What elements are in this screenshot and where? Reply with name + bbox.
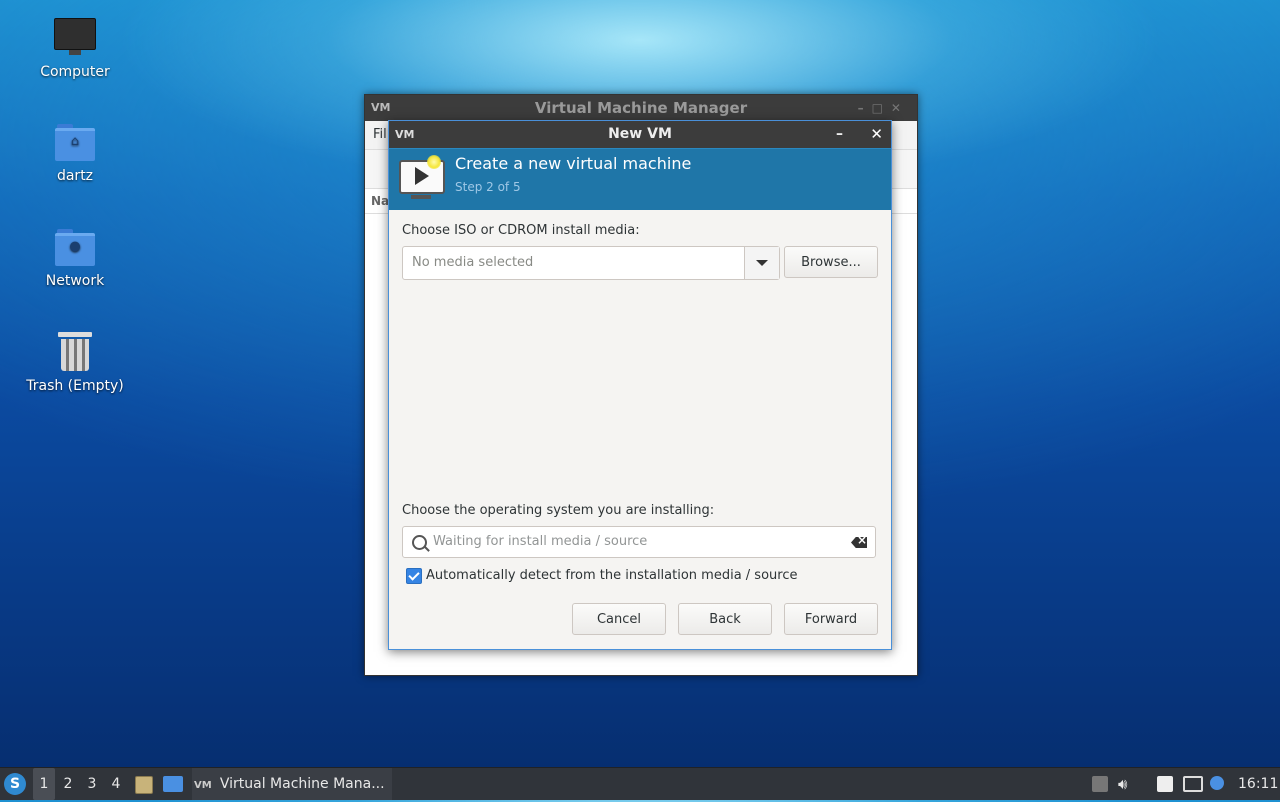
task-label: Virtual Machine Mana... (219, 776, 385, 792)
file-manager-icon[interactable] (135, 776, 153, 794)
close-button[interactable]: ✕ (870, 121, 883, 148)
chevron-down-icon[interactable] (744, 247, 779, 279)
vm-logo-icon: VM (395, 128, 415, 141)
desktop-icon-computer[interactable]: Computer (15, 18, 135, 80)
wizard-title: Create a new virtual machine (455, 154, 692, 173)
install-media-value: No media selected (412, 255, 534, 270)
os-search-input[interactable]: Waiting for install media / source (402, 526, 876, 558)
desktop-icon-dartz[interactable]: ⌂ dartz (15, 124, 135, 184)
search-icon (412, 535, 427, 550)
wizard-step: Step 2 of 5 (455, 180, 521, 194)
back-button[interactable]: Back (678, 603, 772, 635)
desktop-icon-label: Trash (Empty) (26, 378, 124, 394)
desktop-icon-label: Computer (40, 64, 110, 80)
iso-media-label: Choose ISO or CDROM install media: (402, 223, 640, 238)
network-folder-icon: ● (55, 229, 95, 266)
forward-button[interactable]: Forward (784, 603, 878, 635)
clear-icon[interactable] (851, 537, 867, 548)
workspace-3[interactable]: 3 (81, 768, 103, 800)
os-label: Choose the operating system you are inst… (402, 503, 715, 518)
install-media-combo[interactable]: No media selected (402, 246, 780, 280)
start-menu-icon[interactable]: S (4, 773, 26, 795)
trash-icon (58, 332, 92, 372)
workspace-4[interactable]: 4 (105, 768, 127, 800)
os-search-placeholder: Waiting for install media / source (433, 534, 648, 549)
new-vm-dialog: VM New VM – ✕ Create a new virtual machi… (388, 120, 892, 650)
update-notification-icon[interactable] (1210, 776, 1224, 790)
desktop-icon-trash[interactable]: Trash (Empty) (15, 332, 135, 394)
clipboard-icon[interactable] (1157, 776, 1173, 792)
dialog-title-bar[interactable]: VM New VM – ✕ (389, 121, 891, 148)
auto-detect-checkbox[interactable] (406, 568, 422, 584)
cancel-button[interactable]: Cancel (572, 603, 666, 635)
network-icon[interactable] (1183, 776, 1203, 792)
desktop-icon-label: Network (45, 273, 105, 289)
vmm-logo-icon: VM (371, 101, 391, 114)
desktop-icon-label: dartz (56, 168, 94, 184)
minimize-button[interactable]: – (836, 121, 843, 148)
computer-icon (54, 18, 96, 55)
browse-button[interactable]: Browse... (784, 246, 878, 278)
window-buttons-icon: –□✕ (857, 101, 909, 115)
new-star-icon (427, 155, 441, 169)
wizard-header: Create a new virtual machine Step 2 of 5 (389, 148, 891, 210)
menu-file[interactable]: Fil (373, 127, 387, 142)
eject-icon[interactable] (1092, 776, 1108, 792)
dialog-title: New VM (608, 126, 672, 142)
volume-icon[interactable]: 🔊︎ (1118, 768, 1127, 800)
home-folder-icon: ⌂ (55, 124, 95, 161)
workspace-2[interactable]: 2 (57, 768, 79, 800)
vmm-title-bar[interactable]: VM Virtual Machine Manager –□✕ (365, 95, 917, 121)
taskbar: S 1 2 3 4 VM Virtual Machine Mana... 🔊︎ … (0, 767, 1280, 800)
desktop-icon-network[interactable]: ● Network (15, 229, 135, 289)
clock[interactable]: 16:11 (1238, 768, 1278, 800)
workspace-1[interactable]: 1 (33, 768, 55, 800)
auto-detect-label[interactable]: Automatically detect from the installati… (426, 568, 797, 583)
show-desktop-icon[interactable] (163, 776, 183, 792)
taskbar-task-vmm[interactable]: VM Virtual Machine Mana... (192, 768, 392, 800)
vmm-window-title: Virtual Machine Manager (534, 99, 748, 117)
vm-logo-icon: VM (194, 780, 212, 791)
